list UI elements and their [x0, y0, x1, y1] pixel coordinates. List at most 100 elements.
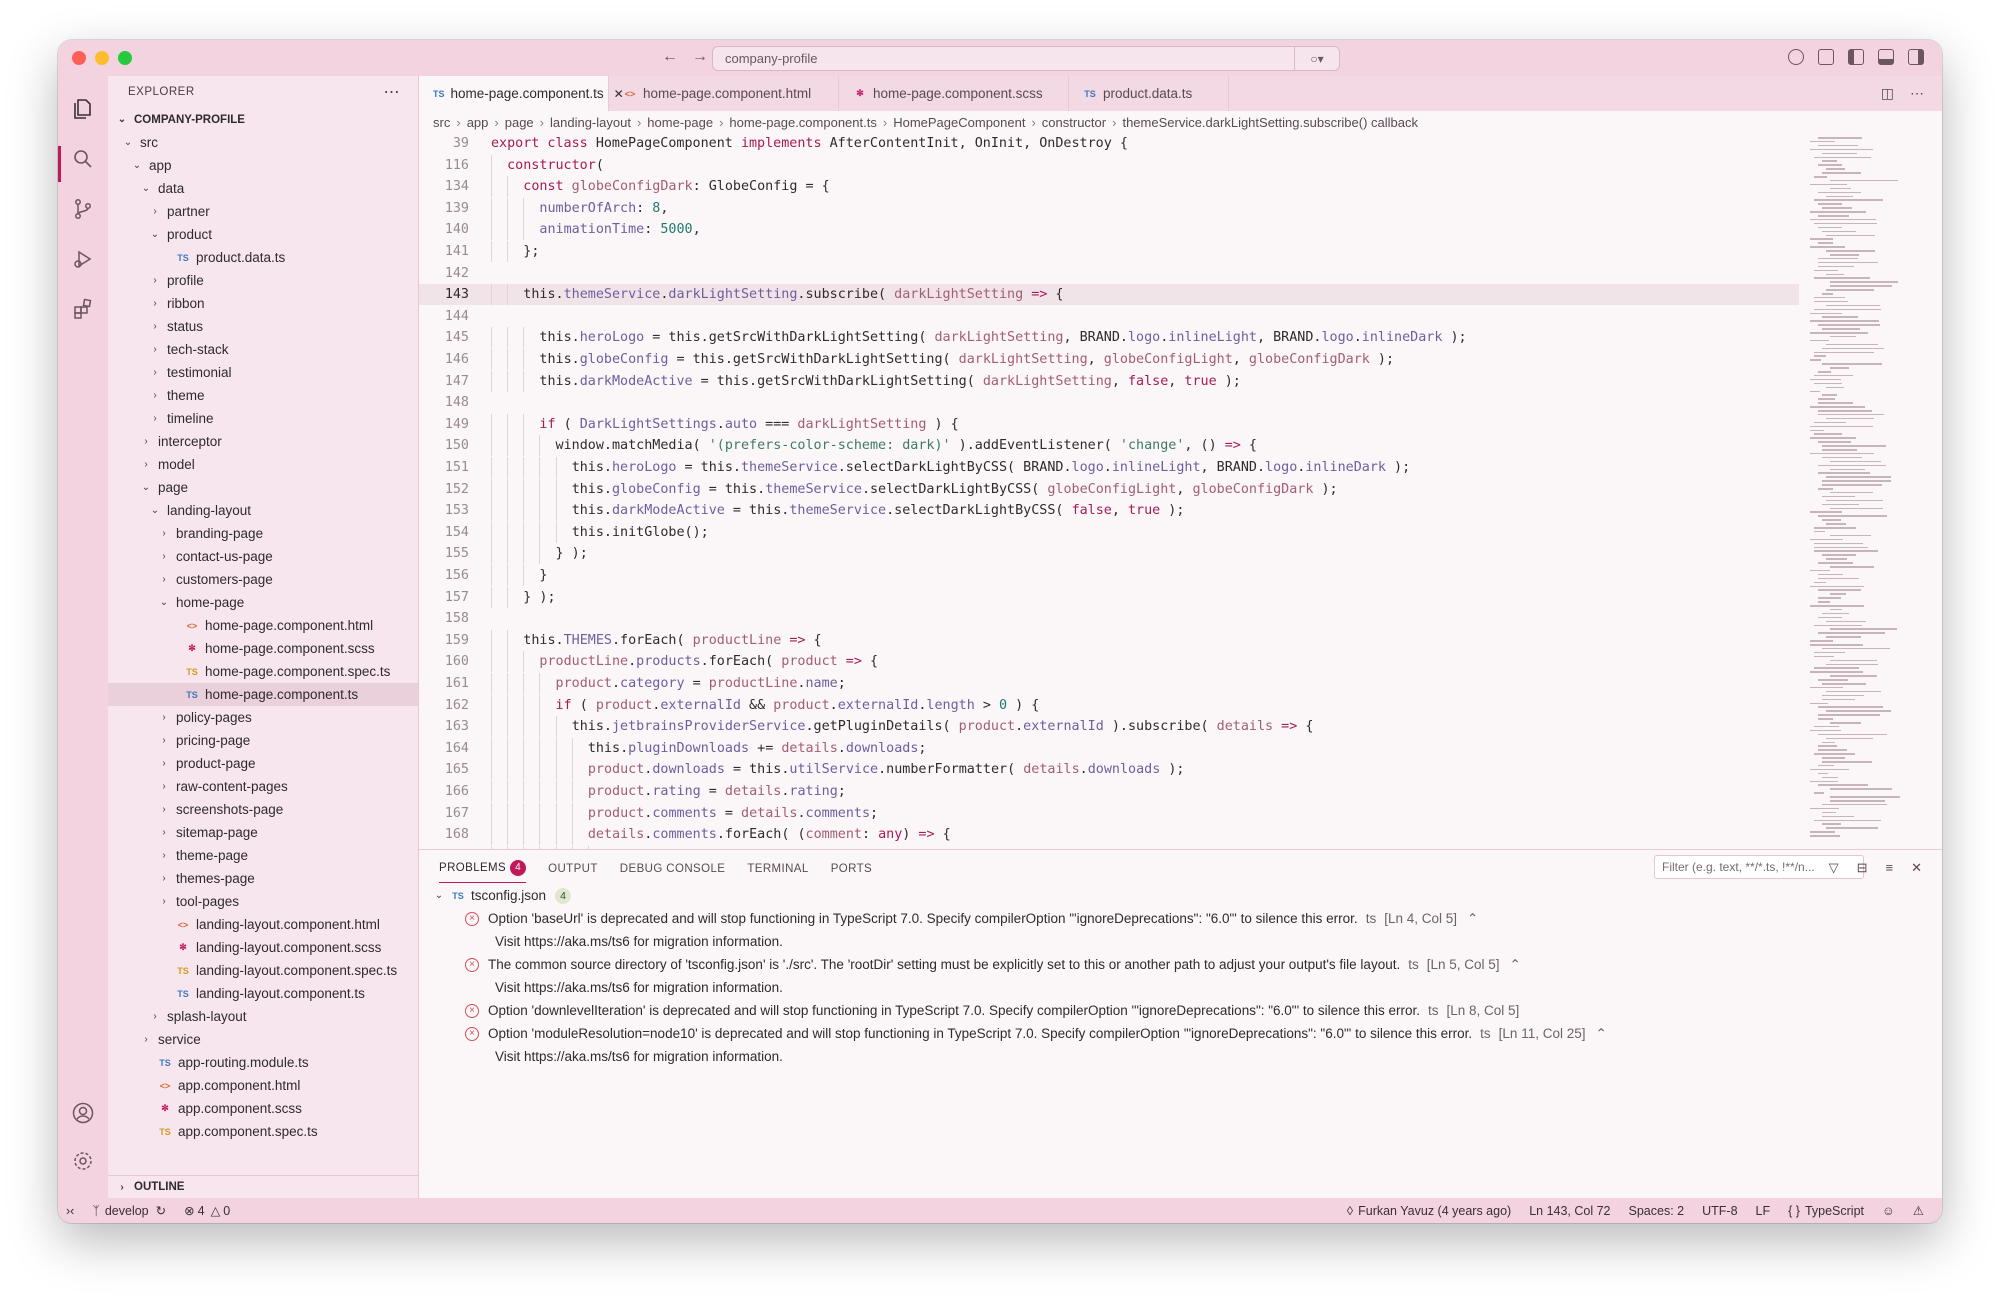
code-line[interactable]: 168 details.comments.forEach( (comment: a… [419, 824, 1799, 846]
copilot-icon[interactable] [1788, 49, 1804, 65]
code-line[interactable]: 157} ); [419, 586, 1799, 608]
split-editor-icon[interactable]: ◫ [1881, 85, 1894, 102]
tree-folder[interactable]: › policy-pages [108, 706, 418, 729]
tree-folder[interactable]: ⌄ data [108, 177, 418, 200]
tree-file[interactable]: ✼ landing-layout.component.scss [108, 936, 418, 959]
tree-folder[interactable]: ⌄ product [108, 223, 418, 246]
tree-folder[interactable]: ⌄ home-page [108, 591, 418, 614]
panel-tab[interactable]: PORTS [831, 856, 872, 883]
indentation[interactable]: Spaces: 2 [1629, 1204, 1685, 1218]
tree-folder[interactable]: › splash-layout [108, 1005, 418, 1028]
account-icon[interactable] [70, 1100, 96, 1126]
view-as-list-icon[interactable]: ≡ [1886, 860, 1894, 876]
tree-folder[interactable]: › product-page [108, 752, 418, 775]
panel-tab[interactable]: TERMINAL [747, 856, 808, 883]
code-line[interactable]: 148 [419, 392, 1799, 413]
tree-file[interactable]: ✼ home-page.component.scss [108, 637, 418, 660]
tree-folder[interactable]: ⌄ src [108, 131, 418, 154]
tree-folder[interactable]: › branding-page [108, 522, 418, 545]
close-panel-icon[interactable]: ✕ [1911, 860, 1922, 876]
tree-file[interactable]: <> home-page.component.html [108, 614, 418, 637]
tree-file[interactable]: <> landing-layout.component.html [108, 913, 418, 936]
breadcrumb-item[interactable]: home-page [647, 115, 713, 130]
code-line[interactable]: 145 this.heroLogo = this.getSrcWithDarkLi… [419, 327, 1799, 349]
tree-folder[interactable]: › theme-page [108, 844, 418, 867]
code-line[interactable]: 153 this.darkModeActive = this.themeServi… [419, 500, 1799, 522]
code-line[interactable]: 167 product.comments = details.comments; [419, 802, 1799, 824]
tree-folder[interactable]: › ribbon [108, 292, 418, 315]
chevron-up-icon[interactable]: ⌃ [1510, 957, 1521, 973]
editor-tab[interactable]: TS product.data.ts [1069, 76, 1229, 111]
sync-icon[interactable]: ↻ [156, 1203, 166, 1218]
code-line[interactable]: 144 [419, 306, 1799, 327]
code-line[interactable]: 161 product.category = productLine.name; [419, 673, 1799, 694]
outline-section[interactable]: › OUTLINE [108, 1175, 418, 1198]
tree-folder[interactable]: › customers-page [108, 568, 418, 591]
tree-folder[interactable]: › pricing-page [108, 729, 418, 752]
zoom-window-button[interactable] [118, 51, 132, 65]
code-line[interactable]: 158 [419, 608, 1799, 629]
tree-file[interactable]: TS app.component.spec.ts [108, 1120, 418, 1143]
tree-folder[interactable]: ⌄ page [108, 476, 418, 499]
copilot-status-icon[interactable]: ☺ [1882, 1204, 1895, 1218]
code-line[interactable]: 159 this.THEMES.forEach( productLine => { [419, 629, 1799, 651]
workspace-root[interactable]: ⌄ COMPANY-PROFILE [108, 108, 418, 131]
minimize-window-button[interactable] [95, 51, 109, 65]
language-mode[interactable]: { } TypeScript [1788, 1204, 1864, 1218]
breadcrumb-item[interactable]: page [505, 115, 534, 130]
toggle-secondary-sidebar-icon[interactable] [1908, 49, 1924, 65]
tree-folder[interactable]: › model [108, 453, 418, 476]
problems-file-group[interactable]: ⌄ TS tsconfig.json 4 [433, 884, 572, 907]
source-control-icon[interactable] [70, 196, 96, 222]
tree-file[interactable]: <> app.component.html [108, 1074, 418, 1097]
code-line[interactable]: 164 this.pluginDownloads += details.downl… [419, 737, 1799, 759]
code-line[interactable]: 166 product.rating = details.rating; [419, 781, 1799, 802]
code-line[interactable]: 150 window.matchMedia( '(prefers-color-sc… [419, 435, 1799, 457]
more-actions-icon[interactable]: ⋯ [384, 82, 401, 102]
toggle-panel-icon[interactable] [1878, 49, 1894, 65]
settings-gear-icon[interactable] [70, 1148, 96, 1174]
tree-folder[interactable]: › testimonial [108, 361, 418, 384]
code-line[interactable]: 139 numberOfArch: 8, [419, 197, 1799, 219]
branch-indicator[interactable]: ᛉ develop ↻ [92, 1203, 166, 1219]
tree-file[interactable]: TS landing-layout.component.spec.ts [108, 959, 418, 982]
panel-tab[interactable]: DEBUG CONSOLE [620, 856, 726, 883]
tree-folder[interactable]: › screenshots-page [108, 798, 418, 821]
tree-folder[interactable]: › partner [108, 200, 418, 223]
tree-file[interactable]: TS app-routing.module.ts [108, 1051, 418, 1074]
code-line[interactable]: 147 this.darkModeActive = this.getSrcWith… [419, 370, 1799, 392]
search-icon[interactable] [70, 146, 96, 172]
tree-folder[interactable]: › raw-content-pages [108, 775, 418, 798]
copilot-chat-icon[interactable]: ○▾ [1294, 47, 1339, 70]
notifications-icon[interactable]: ⚠ [1913, 1203, 1924, 1218]
tree-folder[interactable]: › interceptor [108, 430, 418, 453]
tree-file[interactable]: TS home-page.component.spec.ts [108, 660, 418, 683]
code-line[interactable]: 116 constructor( [419, 154, 1799, 176]
code-line[interactable]: 151 this.heroLogo = this.themeService.sel… [419, 457, 1799, 478]
encoding[interactable]: UTF-8 [1702, 1204, 1737, 1218]
breadcrumb-item[interactable]: themeService.darkLightSetting.subscribe(… [1122, 115, 1418, 130]
code-line[interactable]: 152 this.globeConfig = this.themeService.… [419, 478, 1799, 500]
tree-folder[interactable]: › sitemap-page [108, 821, 418, 844]
problem-item[interactable]: × Option 'baseUrl' is deprecated and will… [465, 907, 1478, 930]
customize-layout-icon[interactable] [1818, 49, 1834, 65]
code-line[interactable]: 154 this.initGlobe(); [419, 521, 1799, 543]
code-line[interactable]: 39 export class HomePageComponent impleme… [419, 133, 1799, 154]
problems-indicator[interactable]: ⊗ 4 △ 0 [184, 1203, 230, 1219]
code-line[interactable]: 149 if ( DarkLightSettings.auto === darkL… [419, 413, 1799, 435]
editor-tab[interactable]: ✼ home-page.component.scss [839, 76, 1069, 111]
editor-tab[interactable]: <> home-page.component.html [609, 76, 839, 111]
tree-folder[interactable]: ⌄ app [108, 154, 418, 177]
breadcrumb-item[interactable]: landing-layout [550, 115, 631, 130]
tree-folder[interactable]: › timeline [108, 407, 418, 430]
toggle-primary-sidebar-icon[interactable] [1848, 49, 1864, 65]
problem-item[interactable]: × The common source directory of 'tsconfi… [465, 953, 1521, 976]
tree-folder[interactable]: ⌄ landing-layout [108, 499, 418, 522]
tree-folder[interactable]: › service [108, 1028, 418, 1051]
more-actions-icon[interactable]: ⋯ [1910, 85, 1924, 102]
tree-folder[interactable]: › tech-stack [108, 338, 418, 361]
code-editor[interactable]: 39 export class HomePageComponent impleme… [419, 133, 1799, 849]
tree-folder[interactable]: › contact-us-page [108, 545, 418, 568]
code-line[interactable]: 140 animationTime: 5000, [419, 219, 1799, 241]
tree-folder[interactable]: › theme [108, 384, 418, 407]
